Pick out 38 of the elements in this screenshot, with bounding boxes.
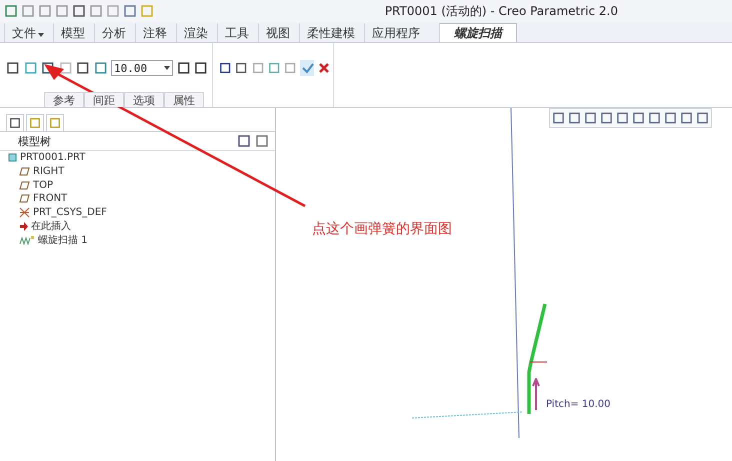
pitch-arrow-icon bbox=[532, 378, 540, 410]
window-title: PRT0001 (活动的) - Creo Parametric 2.0 bbox=[384, 2, 618, 20]
panel-title: 模型树 bbox=[18, 134, 51, 148]
pitch-field[interactable]: 10.00 bbox=[111, 60, 173, 76]
panel-tab[interactable]: 参考 bbox=[44, 92, 84, 107]
ribbon-tab[interactable]: 视图 bbox=[258, 23, 298, 42]
coordinate-system-icon bbox=[19, 207, 30, 218]
file-menu-tab[interactable]: 文件 bbox=[4, 23, 52, 42]
tree-item[interactable]: PRT0001.PRT bbox=[20, 152, 86, 164]
annotation-text: 点这个画弹簧的界面图 bbox=[312, 220, 452, 238]
ribbon-tab[interactable]: 应用程序 bbox=[364, 23, 428, 42]
panel-tab[interactable]: 间距 bbox=[84, 92, 124, 107]
helical-sweep-icon bbox=[19, 234, 35, 245]
ribbon-tab[interactable]: 注释 bbox=[135, 23, 175, 42]
insert-arrow-icon bbox=[19, 222, 28, 231]
ribbon-tab[interactable]: 柔性建模 bbox=[299, 23, 363, 42]
caret-icon[interactable] bbox=[38, 32, 44, 36]
part-icon bbox=[8, 153, 17, 162]
ribbon-tab[interactable]: 工具 bbox=[217, 23, 257, 42]
tree-item[interactable]: TOP bbox=[33, 180, 54, 191]
close-icon[interactable] bbox=[318, 62, 329, 74]
ribbon-tab[interactable]: 模型 bbox=[53, 23, 93, 42]
ribbon-tab[interactable]: 螺旋扫描 bbox=[439, 23, 517, 42]
tree-item[interactable]: RIGHT bbox=[33, 166, 64, 178]
tree-item[interactable]: PRT_CSYS_DEF bbox=[33, 207, 107, 218]
plane-icon bbox=[19, 194, 30, 204]
panel-tab[interactable]: 选项 bbox=[124, 92, 164, 107]
plane-icon bbox=[19, 167, 30, 176]
plane-icon bbox=[19, 180, 30, 190]
caret-icon[interactable] bbox=[164, 66, 170, 70]
tree-item[interactable]: FRONT bbox=[33, 193, 68, 204]
check-icon[interactable] bbox=[300, 60, 314, 76]
tree-item[interactable]: 在此插入 bbox=[31, 219, 71, 234]
panel-tab[interactable]: 属性 bbox=[164, 92, 204, 107]
ribbon-tab[interactable]: 渲染 bbox=[176, 23, 216, 42]
ribbon-tab[interactable]: 分析 bbox=[94, 23, 134, 42]
pitch-label: Pitch= 10.00 bbox=[546, 399, 611, 410]
tree-item[interactable]: 螺旋扫描 1 bbox=[38, 232, 88, 247]
